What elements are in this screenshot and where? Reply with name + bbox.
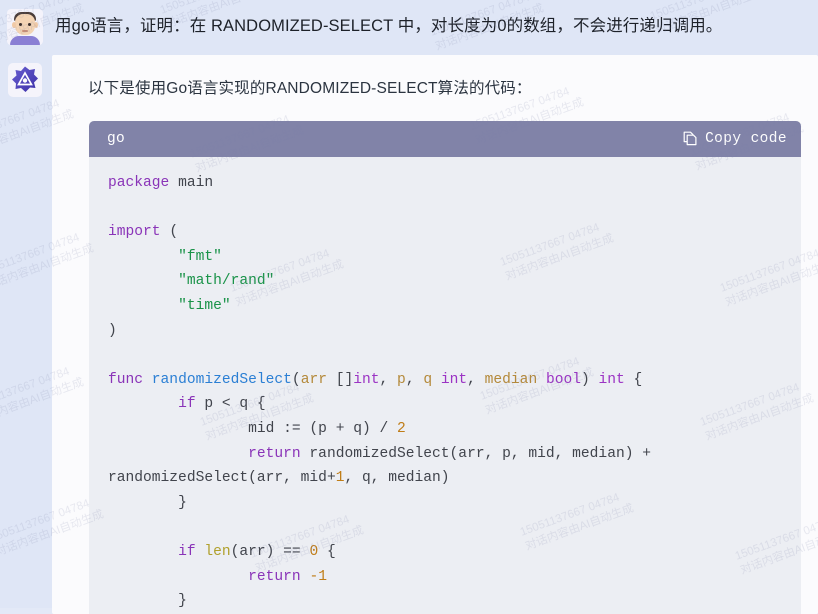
code-line: mid := (p + q) / 2	[108, 420, 406, 437]
code-language-label: go	[107, 131, 126, 147]
user-avatar-icon	[7, 9, 43, 45]
copy-code-label: Copy code	[705, 131, 787, 147]
code-line: "time"	[178, 297, 231, 314]
assistant-message-row: 以下是使用Go语言实现的RANDOMIZED-SELECT算法的代码： go C…	[0, 55, 818, 614]
avatar-eye-left	[19, 23, 22, 26]
code-line: }	[108, 494, 187, 511]
avatar-ear-left	[12, 22, 16, 28]
avatar-mouth	[22, 30, 28, 32]
code-line: import (	[108, 224, 179, 241]
code-line: }	[108, 593, 187, 610]
code-line: package main	[108, 175, 214, 191]
code-block-header: go Copy code	[89, 121, 801, 157]
avatar-body	[10, 36, 40, 45]
user-message-text: 用go语言，证明：在 RANDOMIZED-SELECT 中，对长度为0的数组，…	[55, 17, 723, 35]
code-line: if p < q {	[178, 396, 266, 413]
copy-code-button[interactable]: Copy code	[683, 131, 787, 147]
assistant-message-bubble: 以下是使用Go语言实现的RANDOMIZED-SELECT算法的代码： go C…	[52, 55, 818, 614]
code-line: return -1	[248, 568, 327, 585]
code-line: func randomizedSelect(arr []int, p, q in…	[108, 371, 643, 388]
user-message-row: 用go语言，证明：在 RANDOMIZED-SELECT 中，对长度为0的数组，…	[0, 0, 818, 55]
chat-page: 用go语言，证明：在 RANDOMIZED-SELECT 中，对长度为0的数组，…	[0, 0, 818, 614]
copy-pages-icon	[683, 131, 698, 147]
code-line: "math/rand"	[178, 273, 275, 290]
avatar-eye-right	[28, 23, 31, 26]
code-line: if len(arr) == 0 {	[178, 543, 336, 560]
assistant-intro-text: 以下是使用Go语言实现的RANDOMIZED-SELECT算法的代码：	[88, 80, 532, 97]
code-block: go Copy code package main import ( "fmt"…	[89, 121, 801, 614]
code-content[interactable]: package main import ( "fmt" "math/rand" …	[89, 157, 801, 614]
avatar-ear-right	[34, 22, 38, 28]
assistant-logo-icon	[8, 63, 42, 97]
code-line: )	[108, 322, 117, 339]
code-line: "fmt"	[178, 248, 222, 265]
code-line: return randomizedSelect(arr, p, mid, med…	[108, 445, 660, 487]
